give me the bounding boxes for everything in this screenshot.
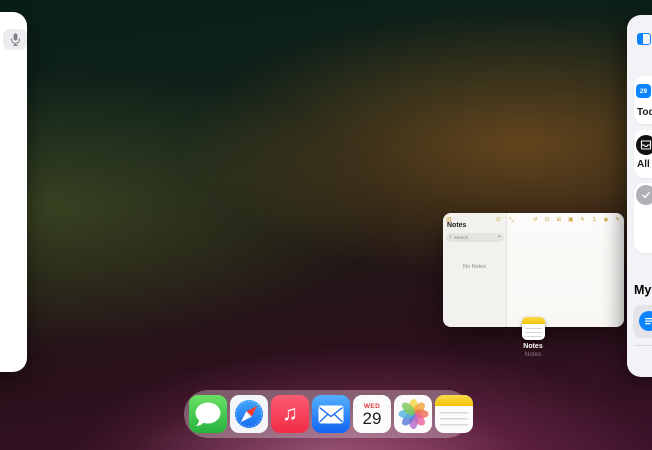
check-icon <box>636 185 652 205</box>
calendar-app-icon[interactable]: WED 29 <box>353 395 391 433</box>
notes-icon-yellow-band <box>522 317 545 324</box>
more-icon <box>604 218 609 224</box>
my-lists-header: My Lists <box>634 283 652 297</box>
mail-app-icon[interactable] <box>312 395 350 433</box>
expand-icon <box>509 218 514 224</box>
left-app-window-edge[interactable] <box>0 12 27 372</box>
notes-dock-icon[interactable] <box>435 395 473 433</box>
app-name-label: Notes <box>503 343 563 350</box>
no-notes-text: No Notes <box>443 264 506 270</box>
today-label: Today <box>637 107 652 118</box>
list-bullet-icon <box>639 311 652 331</box>
dock: ♫ WED 29 <box>184 390 471 438</box>
notes-title: Notes <box>447 222 466 229</box>
search-placeholder: Search <box>454 235 496 240</box>
selected-list-row[interactable] <box>633 305 652 338</box>
ellipsis-circle-icon <box>496 217 501 223</box>
share-icon <box>592 218 597 224</box>
smart-list-all[interactable]: All <box>634 130 652 178</box>
ipad-screen: Notes ⌕ Search ⌖ No Notes <box>0 0 652 450</box>
music-note-icon: ♫ <box>282 402 298 426</box>
envelope-icon <box>318 405 344 424</box>
notes-icon-yellow-band <box>435 395 473 406</box>
speech-bubble-icon <box>189 395 227 433</box>
compass-icon <box>230 395 268 433</box>
notes-icon-lines <box>525 328 542 337</box>
tray-icon <box>636 135 652 155</box>
sidebar-toggle-icon[interactable] <box>637 33 651 45</box>
checklist-icon <box>545 218 550 224</box>
notes-sidebar: Notes ⌕ Search ⌖ No Notes <box>443 213 507 327</box>
compose-icon <box>615 218 620 224</box>
today-calendar-icon: 29 <box>636 84 651 98</box>
mic-icon: ⌖ <box>498 235 501 240</box>
photos-app-icon[interactable] <box>394 395 432 433</box>
calendar-day: 29 <box>363 410 382 427</box>
notes-app-icon[interactable] <box>522 317 545 340</box>
notes-app-entry[interactable]: Notes Notes <box>503 317 563 358</box>
notes-toolbar <box>533 218 620 224</box>
notes-search-field: ⌕ Search ⌖ <box>446 233 504 242</box>
mic-button[interactable] <box>3 29 27 50</box>
safari-app-icon[interactable] <box>230 395 268 433</box>
smart-list-today[interactable]: 29 Today <box>634 76 652 124</box>
table-icon <box>557 218 562 224</box>
camera-icon <box>568 218 573 224</box>
microphone-icon <box>10 33 21 46</box>
undo-icon <box>533 218 538 224</box>
divider <box>634 345 652 346</box>
window-title-label: Notes <box>503 351 563 358</box>
notes-icon-lines <box>440 412 468 426</box>
music-app-icon[interactable]: ♫ <box>271 395 309 433</box>
markup-icon <box>580 218 585 224</box>
all-label: All <box>637 159 650 170</box>
magnifier-icon: ⌕ <box>449 235 452 240</box>
messages-app-icon[interactable] <box>189 395 227 433</box>
reminders-sidebar-edge[interactable]: 29 Today All My Lists <box>627 15 652 377</box>
notes-window-thumbnail[interactable]: Notes ⌕ Search ⌖ No Notes <box>443 213 624 327</box>
notes-content-area <box>507 213 624 327</box>
smart-list-completed[interactable] <box>634 183 652 253</box>
